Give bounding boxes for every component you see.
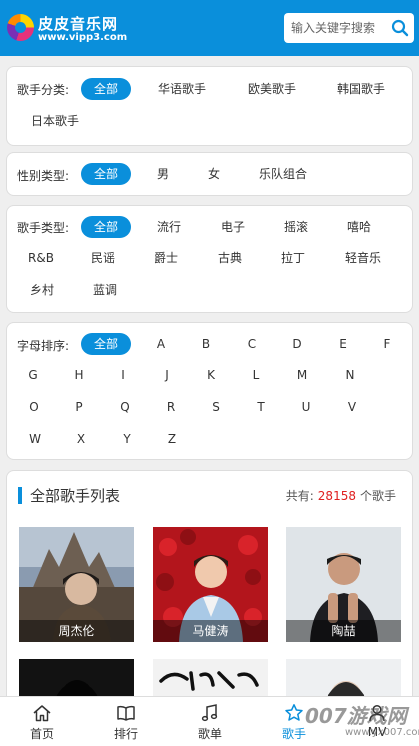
letter-option-b[interactable]: B	[202, 333, 210, 355]
letter-option-v[interactable]: V	[348, 396, 356, 418]
category-option-japanese[interactable]: 日本歌手	[31, 110, 79, 132]
tab-label: 排行	[113, 727, 138, 741]
letter-option-a[interactable]: A	[157, 333, 165, 355]
genre-option-electronic[interactable]: 电子	[221, 216, 245, 238]
artist-list-panel: 全部歌手列表 共有: 28158 个歌手 周杰伦 马健涛 陶喆	[6, 470, 413, 710]
genre-option-hiphop[interactable]: 嘻哈	[347, 216, 371, 238]
artist-count: 共有: 28158 个歌手	[286, 487, 396, 504]
letter-option-z[interactable]: Z	[168, 428, 176, 450]
genre-option-pop[interactable]: 流行	[157, 216, 181, 238]
letter-option-m[interactable]: M	[297, 364, 307, 386]
tab-playlists[interactable]: 歌单	[168, 697, 252, 746]
letter-option-u[interactable]: U	[302, 396, 311, 418]
letter-option-q[interactable]: Q	[120, 396, 129, 418]
search-box	[284, 13, 414, 43]
watermark-url: www.yx007.com	[345, 727, 419, 738]
letter-option-p[interactable]: P	[75, 396, 82, 418]
tab-ranking[interactable]: 排行	[84, 697, 168, 746]
search-icon	[391, 19, 409, 37]
home-icon	[33, 705, 51, 722]
letter-option-n[interactable]: N	[346, 364, 355, 386]
genre-filter: 歌手类型: 全部 流行 电子 摇滚 嘻哈 R&B 民谣 爵士 古典 拉丁 轻音乐…	[6, 205, 413, 313]
letter-option-k[interactable]: K	[207, 364, 215, 386]
genre-option-country[interactable]: 乡村	[30, 279, 54, 301]
letter-option-g[interactable]: G	[28, 364, 37, 386]
genre-option-classical[interactable]: 古典	[218, 247, 242, 269]
category-option-all[interactable]: 全部	[81, 78, 131, 100]
category-filter: 歌手分类: 全部 华语歌手 欧美歌手 韩国歌手 日本歌手	[6, 66, 413, 146]
genre-option-folk[interactable]: 民谣	[91, 247, 115, 269]
letter-option-j[interactable]: J	[165, 364, 169, 386]
letter-option-f[interactable]: F	[384, 333, 391, 355]
artist-count-suffix: 个歌手	[359, 489, 396, 503]
genre-option-latin[interactable]: 拉丁	[281, 247, 305, 269]
gender-option-female[interactable]: 女	[208, 163, 220, 185]
genre-option-rock[interactable]: 摇滚	[284, 216, 308, 238]
artist-name: 马健涛	[153, 620, 268, 642]
letter-option-w[interactable]: W	[29, 428, 41, 450]
letter-option-d[interactable]: D	[292, 333, 301, 355]
genre-filter-label: 歌手类型:	[17, 221, 70, 235]
artist-card[interactable]: 周杰伦	[19, 527, 134, 642]
artist-name: 陶喆	[286, 620, 401, 642]
artist-count-number: 28158	[317, 489, 356, 503]
genre-option-light-music[interactable]: 轻音乐	[345, 247, 381, 269]
category-option-chinese[interactable]: 华语歌手	[158, 78, 206, 100]
gender-option-all[interactable]: 全部	[81, 163, 131, 185]
letter-option-s[interactable]: S	[212, 396, 220, 418]
artist-card[interactable]: 陶喆	[286, 527, 401, 642]
artist-name: 周杰伦	[19, 620, 134, 642]
search-input[interactable]	[284, 13, 384, 43]
gender-option-male[interactable]: 男	[157, 163, 169, 185]
category-filter-label: 歌手分类:	[17, 83, 70, 97]
music-note-icon	[201, 704, 218, 722]
artist-count-prefix: 共有:	[285, 489, 314, 503]
letter-option-h[interactable]: H	[74, 364, 83, 386]
search-button[interactable]	[390, 18, 410, 38]
letter-option-l[interactable]: L	[253, 364, 260, 386]
genre-option-blues[interactable]: 蓝调	[93, 279, 117, 301]
letter-option-x[interactable]: X	[77, 428, 85, 450]
watermark-text: 007游戏网	[305, 704, 407, 728]
letter-option-all[interactable]: 全部	[81, 333, 131, 355]
gender-option-band[interactable]: 乐队组合	[259, 163, 307, 185]
gender-filter: 性别类型: 全部 男 女 乐队组合	[6, 152, 413, 196]
logo-icon[interactable]	[7, 14, 34, 41]
tab-label: 首页	[29, 727, 54, 741]
section-marker	[18, 487, 22, 504]
letter-option-e[interactable]: E	[339, 333, 347, 355]
genre-option-all[interactable]: 全部	[81, 216, 131, 238]
letter-option-t[interactable]: T	[257, 396, 264, 418]
book-icon	[117, 705, 135, 721]
letter-filter: 字母排序: 全部 A B C D E F G H I J K L M N O P…	[6, 322, 413, 460]
category-option-western[interactable]: 欧美歌手	[248, 78, 296, 100]
letter-option-o[interactable]: O	[29, 396, 38, 418]
tab-label: 歌单	[197, 727, 222, 741]
tab-home[interactable]: 首页	[0, 697, 84, 746]
artist-list-title: 全部歌手列表	[30, 487, 121, 505]
site-url: www.vipp3.com	[38, 32, 128, 43]
letter-option-y[interactable]: Y	[123, 428, 130, 450]
site-name[interactable]: 皮皮音乐网	[38, 13, 118, 34]
genre-option-rnb[interactable]: R&B	[28, 247, 54, 269]
category-option-korean[interactable]: 韩国歌手	[337, 78, 385, 100]
artist-card[interactable]: 马健涛	[153, 527, 268, 642]
header-bar: 皮皮音乐网 www.vipp3.com	[0, 0, 419, 56]
star-icon	[285, 704, 303, 721]
gender-filter-label: 性别类型:	[17, 169, 70, 183]
letter-option-i[interactable]: I	[121, 364, 125, 386]
letter-option-r[interactable]: R	[167, 396, 175, 418]
letter-filter-label: 字母排序:	[17, 339, 70, 353]
genre-option-jazz[interactable]: 爵士	[154, 247, 178, 269]
letter-option-c[interactable]: C	[248, 333, 256, 355]
